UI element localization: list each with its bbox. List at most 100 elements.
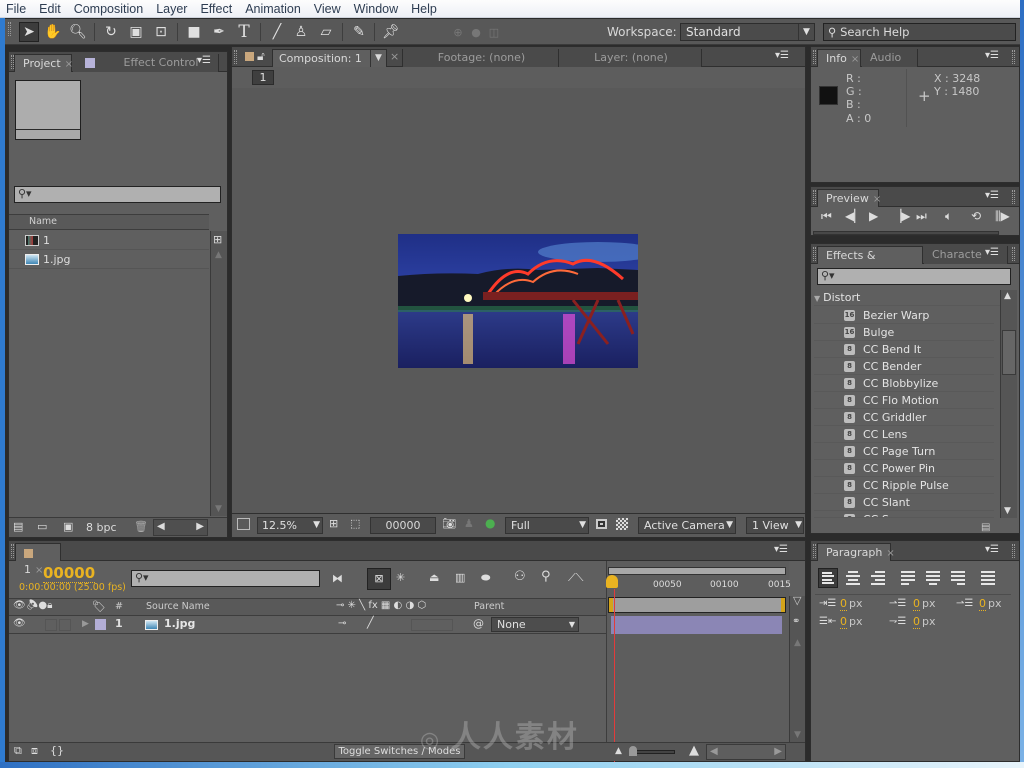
tab-info[interactable]: Info × (817, 49, 861, 67)
space-before-value[interactable]: 0 (979, 597, 986, 611)
pen-tool-icon[interactable]: ✒ (209, 22, 229, 42)
shy-layers-icon[interactable]: ✳ (396, 571, 405, 584)
panel-menu-icon[interactable]: ▾☰ (985, 191, 999, 201)
panel-grip[interactable] (813, 544, 816, 558)
panel-grip[interactable] (1012, 544, 1015, 558)
zoom-in-icon[interactable]: ▲ (689, 743, 699, 758)
close-icon[interactable]: × (873, 194, 881, 205)
scroll-up-icon[interactable]: ▲ (1004, 291, 1011, 301)
selection-tool-icon[interactable]: ➤ (19, 22, 39, 42)
comp-mini-flowchart-icon[interactable]: ⧓ (332, 572, 343, 585)
new-composition-icon[interactable]: ▣ (63, 520, 73, 533)
close-icon[interactable]: × (65, 59, 73, 70)
magnification-select[interactable]: 12.5% ▼ (257, 517, 323, 534)
quality-switch-icon[interactable]: ╱ (367, 616, 374, 629)
indent-first-line-value[interactable]: 0 (913, 597, 920, 611)
previous-frame-icon[interactable]: ◀▏ (845, 209, 863, 223)
scroll-down-icon[interactable]: ▼ (1004, 506, 1011, 516)
last-frame-icon[interactable]: ⏭ (916, 209, 927, 224)
loop-icon[interactable]: ⟲ (971, 209, 981, 223)
preview-scrollbar[interactable] (813, 231, 999, 235)
new-folder-icon[interactable]: ▤ (981, 522, 990, 533)
project-scrollbar[interactable]: ⊞ ▲ ▼ (210, 231, 227, 516)
panel-menu-icon[interactable]: ▾☰ (775, 51, 789, 61)
effect-item[interactable]: 8 CC Griddler (814, 409, 994, 426)
panel-menu-icon[interactable]: ▾☰ (985, 545, 999, 555)
column-name[interactable]: Name (29, 216, 57, 227)
tab-audio[interactable]: Audio (862, 49, 918, 67)
current-time-field[interactable]: 00000 (370, 517, 436, 534)
panel-grip[interactable] (1012, 247, 1015, 261)
comment-icon[interactable]: ▽ (793, 594, 801, 607)
scroll-down-icon[interactable]: ▼ (215, 504, 222, 514)
menu-effect[interactable]: Effect (200, 2, 232, 16)
time-zoom-handle[interactable] (629, 746, 637, 756)
composition-image[interactable] (398, 234, 638, 368)
indent-left-value[interactable]: 0 (840, 597, 847, 611)
time-navigator[interactable] (608, 567, 786, 575)
timeline-scrollbar[interactable]: ▽ ⚭ ▲ ▼ (789, 594, 805, 742)
layer-name[interactable]: 1.jpg (164, 617, 195, 630)
menu-file[interactable]: File (6, 2, 26, 16)
effect-item[interactable]: 8 CC Power Pin (814, 460, 994, 477)
panel-grip[interactable] (813, 190, 816, 204)
camera-select[interactable]: Active Camera ▼ (638, 517, 736, 534)
parent-select[interactable]: None ▼ (491, 617, 579, 632)
justify-last-right-icon[interactable] (949, 570, 967, 586)
snapshot-icon[interactable]: 📷︎ (442, 517, 456, 530)
work-area-start[interactable] (609, 598, 613, 612)
effect-item[interactable]: 16 Bezier Warp (814, 307, 994, 324)
menu-composition[interactable]: Composition (74, 2, 143, 16)
panel-grip[interactable] (813, 50, 816, 64)
view-layout-select[interactable]: 1 View ▼ (746, 517, 804, 534)
panel-menu-icon[interactable]: ▾☰ (774, 545, 788, 555)
effects-scrollbar[interactable]: ▲ ▼ (1000, 290, 1017, 518)
hand-tool-icon[interactable]: ✋ (43, 22, 63, 42)
resolution-select[interactable]: Full ▼ (505, 517, 589, 534)
motion-blur-icon[interactable]: ▥ (455, 571, 465, 584)
project-search-input[interactable] (14, 186, 221, 203)
panel-grip[interactable] (11, 544, 14, 558)
type-tool-icon[interactable]: T (234, 22, 254, 42)
effect-item[interactable]: 8 CC Blobbylize (814, 375, 994, 392)
mask-visibility-icon[interactable]: ⬚ (350, 517, 360, 530)
column-number[interactable]: # (115, 601, 123, 612)
trash-icon[interactable]: 🗑︎ (134, 520, 148, 533)
tab-composition[interactable]: Composition: 1 ▼ (272, 49, 387, 67)
frame-blending-icon[interactable]: ⏏ (429, 571, 439, 584)
indent-right-value[interactable]: 0 (840, 615, 847, 629)
camera-tool-icon[interactable]: ▣ (126, 22, 146, 42)
effects-category-distort[interactable]: ▼ Distort (814, 290, 1000, 306)
layer-label-color[interactable] (95, 619, 106, 630)
scroll-left-icon[interactable]: ◀ (157, 521, 165, 532)
column-parent[interactable]: Parent (474, 601, 504, 612)
tab-layer[interactable]: Layer: (none) (559, 49, 702, 67)
effect-item[interactable]: 8 CC Lens (814, 426, 994, 443)
effect-item[interactable]: 8 CC Page Turn (814, 443, 994, 460)
align-center-icon[interactable] (844, 570, 862, 586)
play-icon[interactable]: ▶ (869, 209, 878, 223)
zoom-out-icon[interactable]: ▲ (615, 746, 622, 756)
comp-button-icon[interactable]: ⚭ (792, 616, 800, 627)
timeline-search-input[interactable] (131, 570, 320, 587)
lock-icon[interactable]: 🔓︎ (257, 49, 265, 64)
solo-toggle[interactable] (59, 619, 71, 631)
close-icon[interactable]: × (851, 54, 859, 65)
work-area-end[interactable] (781, 598, 785, 612)
effect-item[interactable]: 8 CC Slant (814, 494, 994, 511)
scroll-right-icon[interactable]: ▶ (774, 746, 782, 757)
next-frame-icon[interactable]: ▕▶ (892, 209, 910, 223)
tab-paragraph[interactable]: Paragraph × (817, 543, 895, 561)
justify-last-left-icon[interactable] (899, 570, 917, 586)
tab-timeline-comp[interactable]: 1 × (15, 543, 61, 576)
effect-item[interactable]: 8 CC Bender (814, 358, 994, 375)
search-help-field[interactable]: ⚲ Search Help (823, 23, 1016, 41)
rotation-tool-icon[interactable]: ↻ (101, 22, 121, 42)
menu-window[interactable]: Window (354, 2, 398, 16)
tab-footage[interactable]: Footage: (none) (402, 49, 559, 67)
layer-row[interactable]: 👁︎ ▶ 1 1.jpg ⊸ ╱ @ None ▼ (9, 616, 606, 634)
ram-preview-icon[interactable]: ⫼▶ (995, 209, 1010, 224)
channel-icon[interactable]: ● (485, 516, 495, 530)
effect-item[interactable]: 8 CC Smear (814, 511, 994, 518)
project-item[interactable]: 1.jpg (9, 250, 209, 269)
